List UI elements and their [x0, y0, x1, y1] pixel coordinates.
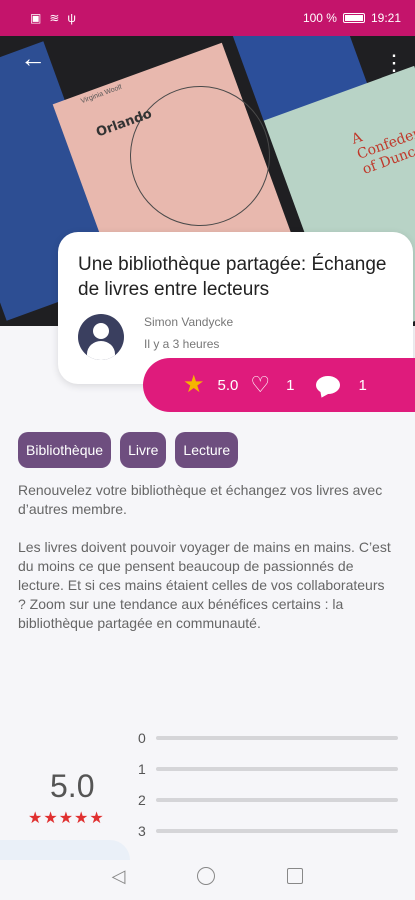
- tag-chip[interactable]: Livre: [120, 432, 167, 468]
- status-right: 100 % 19:21: [303, 11, 401, 25]
- rating-bar-label: 2: [138, 791, 146, 808]
- stats-bar: ★ 5.0 ♡ 1 1: [143, 358, 415, 412]
- avatar-head: [93, 323, 109, 339]
- rating-distribution: 0 1 2 3: [138, 722, 398, 846]
- rating-bar: [156, 828, 398, 833]
- rating-value: 5.0: [217, 376, 239, 394]
- post-intro: Renouvelez votre bibliothèque et échange…: [18, 482, 383, 517]
- comment-count: 1: [358, 376, 367, 394]
- rating-bar-row: 2: [138, 784, 398, 815]
- post-body: Renouvelez votre bibliothèque et échange…: [18, 481, 396, 633]
- nav-recent-apps-icon[interactable]: [287, 868, 304, 884]
- avatar[interactable]: [78, 314, 124, 360]
- status-bar: ▣ ≋ ψ 100 % 19:21: [0, 0, 415, 36]
- tag-chip[interactable]: Bibliothèque: [18, 432, 112, 468]
- star-icon: ★: [183, 371, 205, 398]
- clock: 19:21: [370, 11, 401, 25]
- post-title: Une bibliothèque partagée: Échange de li…: [78, 254, 387, 300]
- average-rating: 5.0: [50, 768, 95, 804]
- usb-icon: ψ: [67, 11, 76, 25]
- rating-bar-row: 3: [138, 815, 398, 846]
- rating-bar: [156, 766, 398, 771]
- author-row[interactable]: Simon Vandycke Il y a 3 heures: [78, 312, 393, 360]
- battery-icon: [342, 13, 365, 23]
- rating-bar-label: 0: [138, 729, 146, 746]
- heart-icon[interactable]: ♡: [250, 374, 270, 396]
- tag-chip[interactable]: Lecture: [175, 432, 239, 468]
- post-paragraph: Les livres doivent pouvoir voyager de ma…: [18, 539, 391, 631]
- rating-bar: [156, 797, 398, 802]
- rating-stars-icon: ★★★★★: [28, 810, 105, 827]
- comment-stat[interactable]: 1: [316, 376, 367, 394]
- post-time: Il y a 3 heures: [144, 337, 220, 351]
- more-options-icon[interactable]: ⋮: [383, 50, 405, 76]
- author-meta: Simon Vandycke Il y a 3 heures: [144, 312, 233, 353]
- battery-level: 100 %: [302, 11, 337, 25]
- rating-stat[interactable]: ★ 5.0: [183, 373, 238, 397]
- avatar-body: [87, 341, 115, 360]
- back-arrow-icon[interactable]: ←: [20, 45, 48, 74]
- rating-bar-row: 0: [138, 722, 398, 753]
- system-nav-bar: ◁: [0, 840, 415, 900]
- rating-bar-label: 1: [138, 760, 146, 777]
- rating-bar-row: 1: [138, 753, 398, 784]
- like-stat[interactable]: ♡ 1: [250, 374, 294, 396]
- author-name[interactable]: Simon Vandycke: [144, 312, 233, 332]
- sim-icon: ▣: [30, 11, 42, 25]
- tag-list: Bibliothèque Livre Lecture: [18, 432, 239, 468]
- comment-icon[interactable]: [316, 376, 341, 394]
- nav-home-icon[interactable]: [197, 867, 216, 885]
- status-icons: ▣ ≋ ψ: [30, 11, 76, 25]
- nav-back-icon[interactable]: ◁: [112, 866, 126, 887]
- wifi-icon: ≋: [49, 11, 60, 25]
- rating-bar: [156, 735, 398, 740]
- rating-bar-label: 3: [138, 822, 146, 839]
- like-count: 1: [286, 376, 295, 394]
